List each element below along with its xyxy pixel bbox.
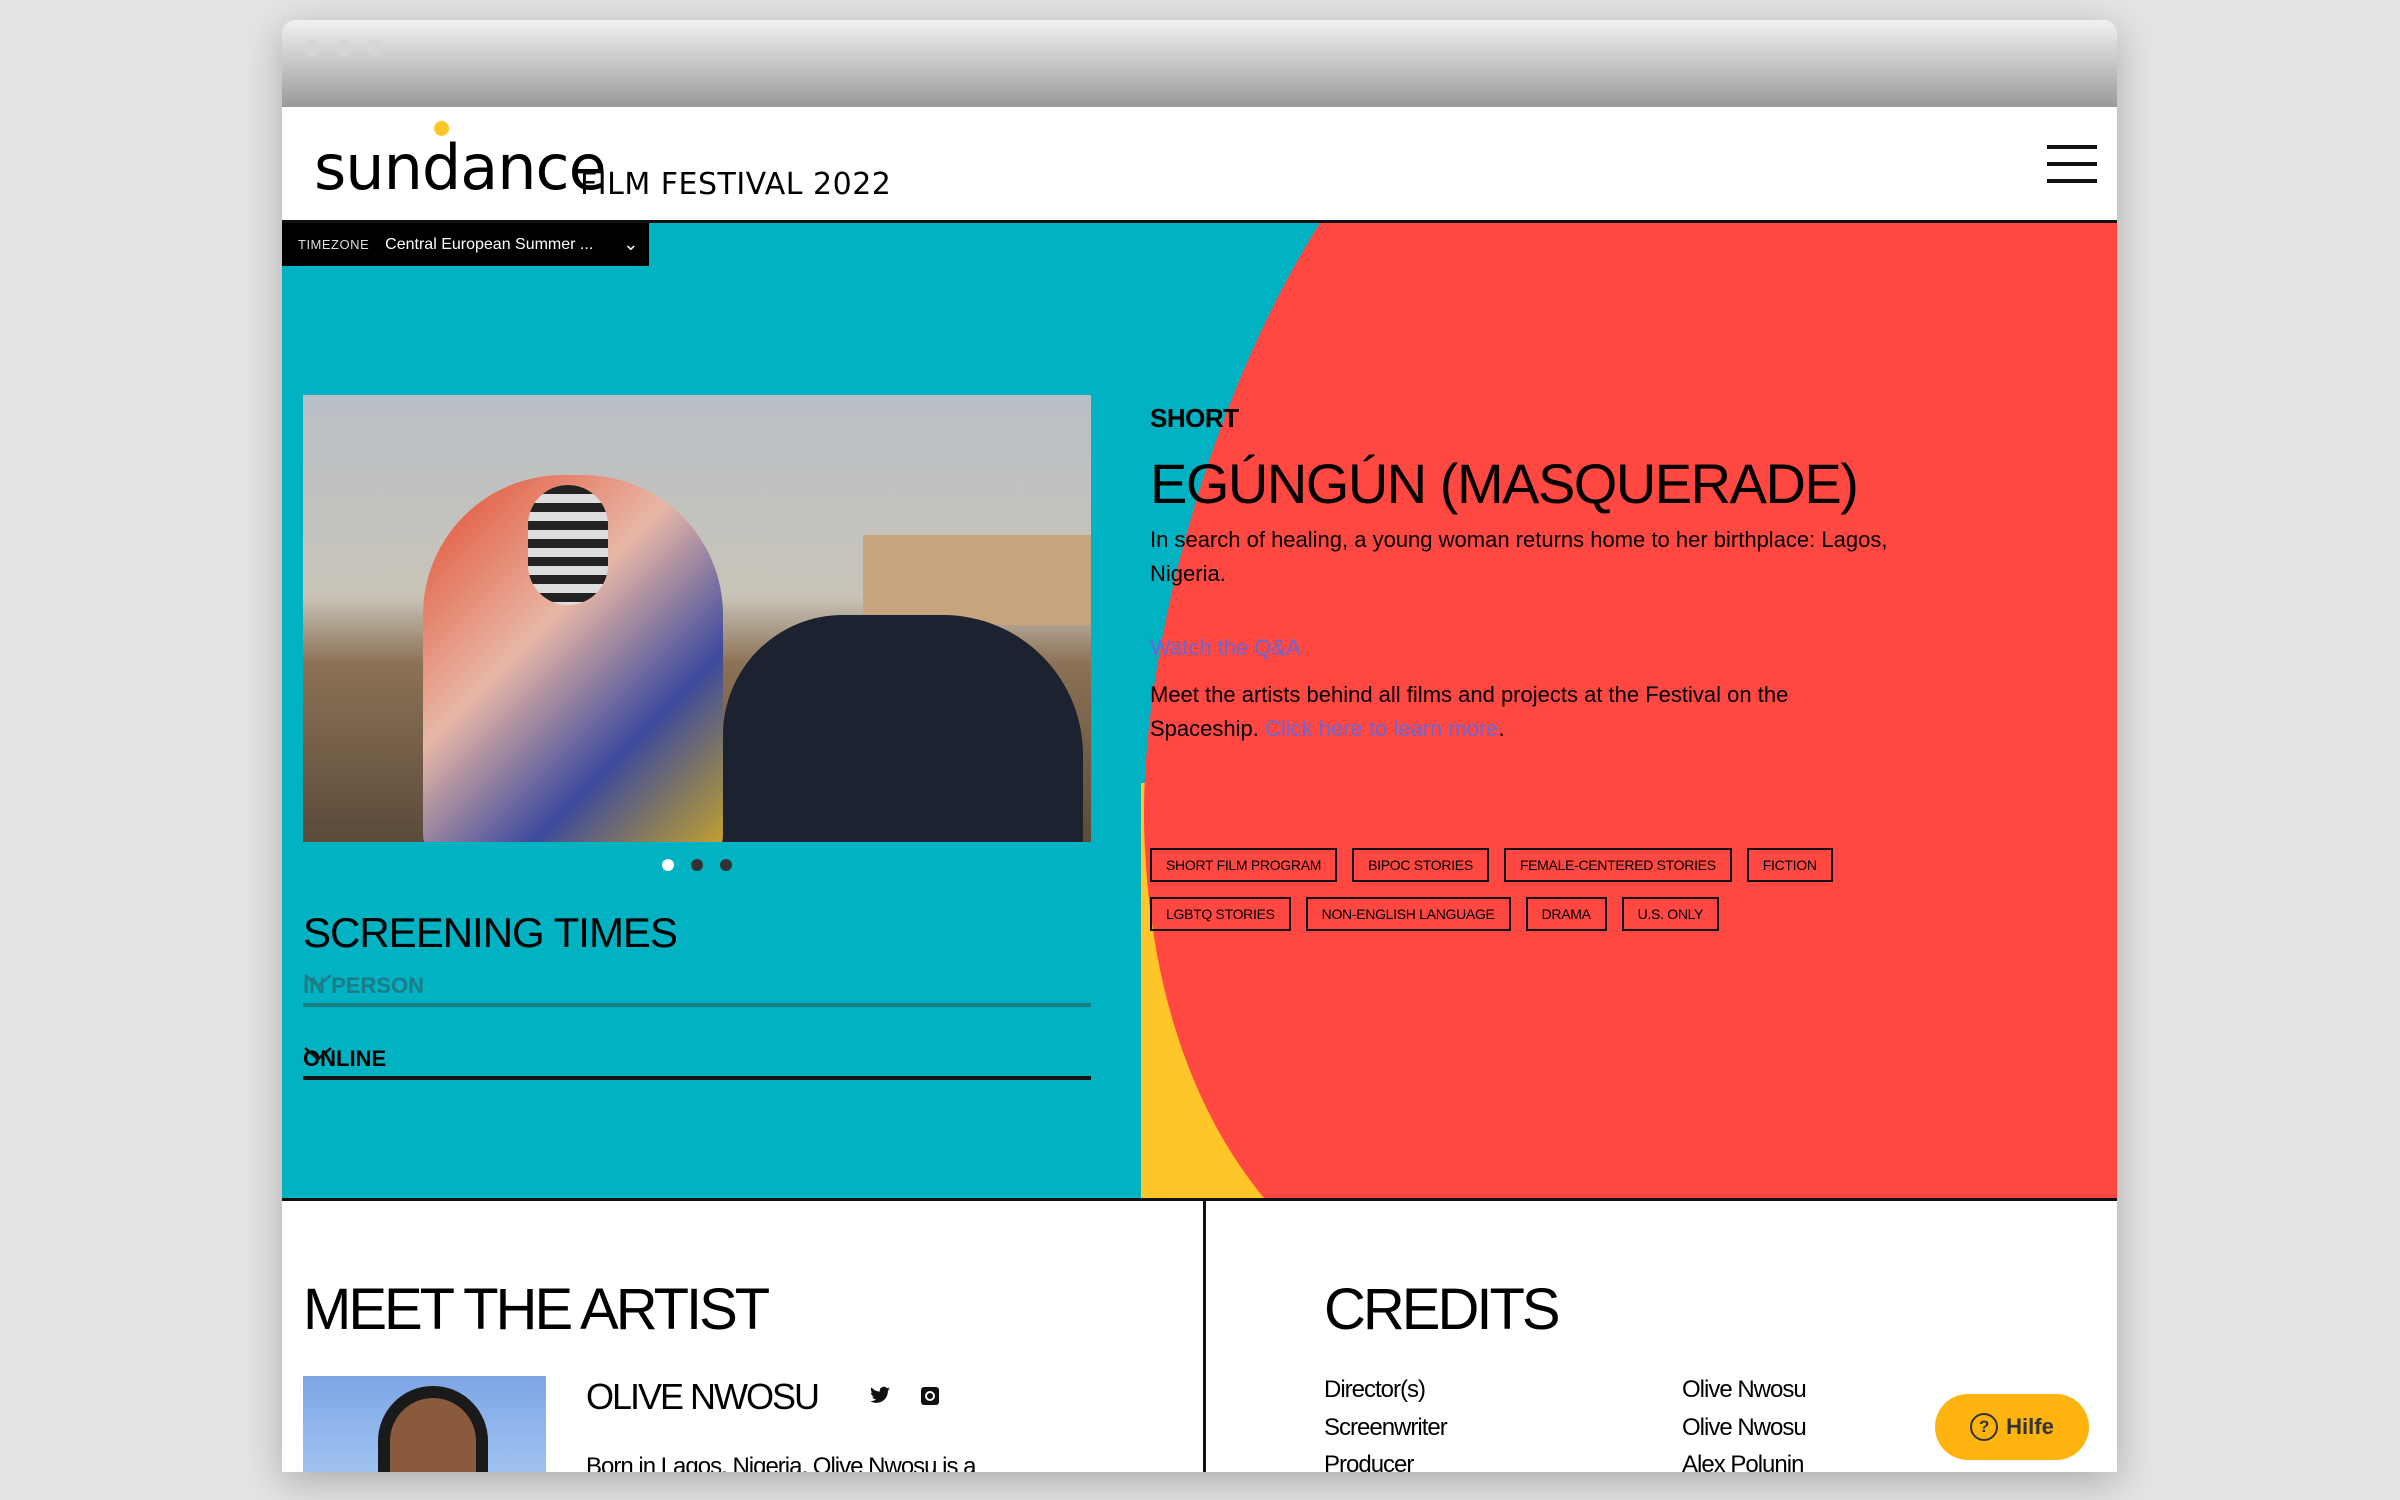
help-label: Hilfe <box>2006 1414 2054 1439</box>
period: . <box>1498 716 1505 741</box>
sundance-logo[interactable]: sundance <box>314 131 607 204</box>
window-minimize-dot[interactable] <box>335 40 351 56</box>
timezone-selector[interactable]: TIMEZONE Central European Summer ... ⌄ <box>282 223 649 266</box>
film-tags: SHORT FILM PROGRAM BIPOC STORIES FEMALE-… <box>1150 848 1850 931</box>
carousel-dot[interactable] <box>662 859 674 871</box>
meet-the-artist-title: MEET THE ARTIST <box>303 1277 770 1342</box>
credit-name: Alex Polunin <box>1682 1451 1804 1472</box>
film-category: SHORT <box>1150 403 1239 433</box>
twitter-icon[interactable] <box>870 1386 890 1406</box>
spaceship-info: Meet the artists behind all films and pr… <box>1150 678 1850 746</box>
accordion-in-person[interactable]: IN PERSON <box>303 973 1091 1007</box>
tag[interactable]: NON-ENGLISH LANGUAGE <box>1305 897 1511 931</box>
instagram-icon[interactable] <box>920 1386 940 1406</box>
film-still-image <box>303 395 1091 842</box>
learn-more-link[interactable]: Click here to learn more <box>1265 716 1499 741</box>
artist-photo <box>303 1376 546 1472</box>
details-section: MEET THE ARTIST OLIVE NWOSU Born in Lago… <box>282 1198 2117 1472</box>
carousel-dots <box>662 859 732 871</box>
carousel-dot[interactable] <box>691 859 703 871</box>
logo-subtitle: FILM FESTIVAL 2022 <box>580 167 892 202</box>
tag[interactable]: DRAMA <box>1525 897 1607 931</box>
timezone-label: TIMEZONE <box>298 237 370 252</box>
credit-role: Screenwriter <box>1324 1414 1448 1441</box>
site-header: sundance FILM FESTIVAL 2022 <box>282 107 2117 223</box>
tag[interactable]: BIPOC STORIES <box>1352 848 1489 882</box>
chevron-down-icon <box>304 1047 332 1061</box>
credits-title: CREDITS <box>1324 1277 1561 1342</box>
credit-role: Director(s) <box>1324 1376 1426 1403</box>
screening-times-title: SCREENING TIMES <box>303 909 678 956</box>
window-close-dot[interactable] <box>304 40 320 56</box>
help-question-icon: ? <box>1970 1413 1999 1441</box>
carousel-dot[interactable] <box>720 859 732 871</box>
film-description: In search of healing, a young woman retu… <box>1150 527 1888 586</box>
tag[interactable]: SHORT FILM PROGRAM <box>1150 848 1338 882</box>
column-divider <box>1203 1201 1206 1472</box>
browser-titlebar <box>282 20 2117 107</box>
timezone-value: Central European Summer ... <box>385 235 594 253</box>
film-hero: TIMEZONE Central European Summer ... ⌄ S… <box>282 223 2117 1198</box>
artist-name: OLIVE NWOSU <box>586 1376 820 1417</box>
credit-name: Olive Nwosu <box>1682 1414 1807 1441</box>
hamburger-menu-icon[interactable] <box>2047 145 2097 183</box>
chevron-down-icon: ⌄ <box>623 234 639 254</box>
accordion-online[interactable]: ONLINE <box>303 1046 1091 1080</box>
tag[interactable]: U.S. ONLY <box>1621 897 1720 931</box>
tag[interactable]: LGBTQ STORIES <box>1150 897 1291 931</box>
credit-role: Producer <box>1324 1451 1414 1472</box>
tag[interactable]: FEMALE-CENTERED STORIES <box>1503 848 1732 882</box>
browser-window: sundance FILM FESTIVAL 2022 TIMEZONE Cen… <box>282 20 2117 1472</box>
tag[interactable]: FICTION <box>1746 848 1833 882</box>
artist-bio: Born in Lagos, Nigeria, Olive Nwosu is a <box>586 1453 977 1472</box>
window-maximize-dot[interactable] <box>366 40 382 56</box>
help-button[interactable]: ? Hilfe <box>1935 1394 2089 1460</box>
film-title: EGÚNGÚN (MASQUERADE) <box>1150 452 1859 515</box>
watch-qa-link[interactable]: Watch the Q&A <box>1150 635 1910 661</box>
credit-name: Olive Nwosu <box>1682 1376 1807 1403</box>
chevron-down-icon <box>304 974 332 988</box>
